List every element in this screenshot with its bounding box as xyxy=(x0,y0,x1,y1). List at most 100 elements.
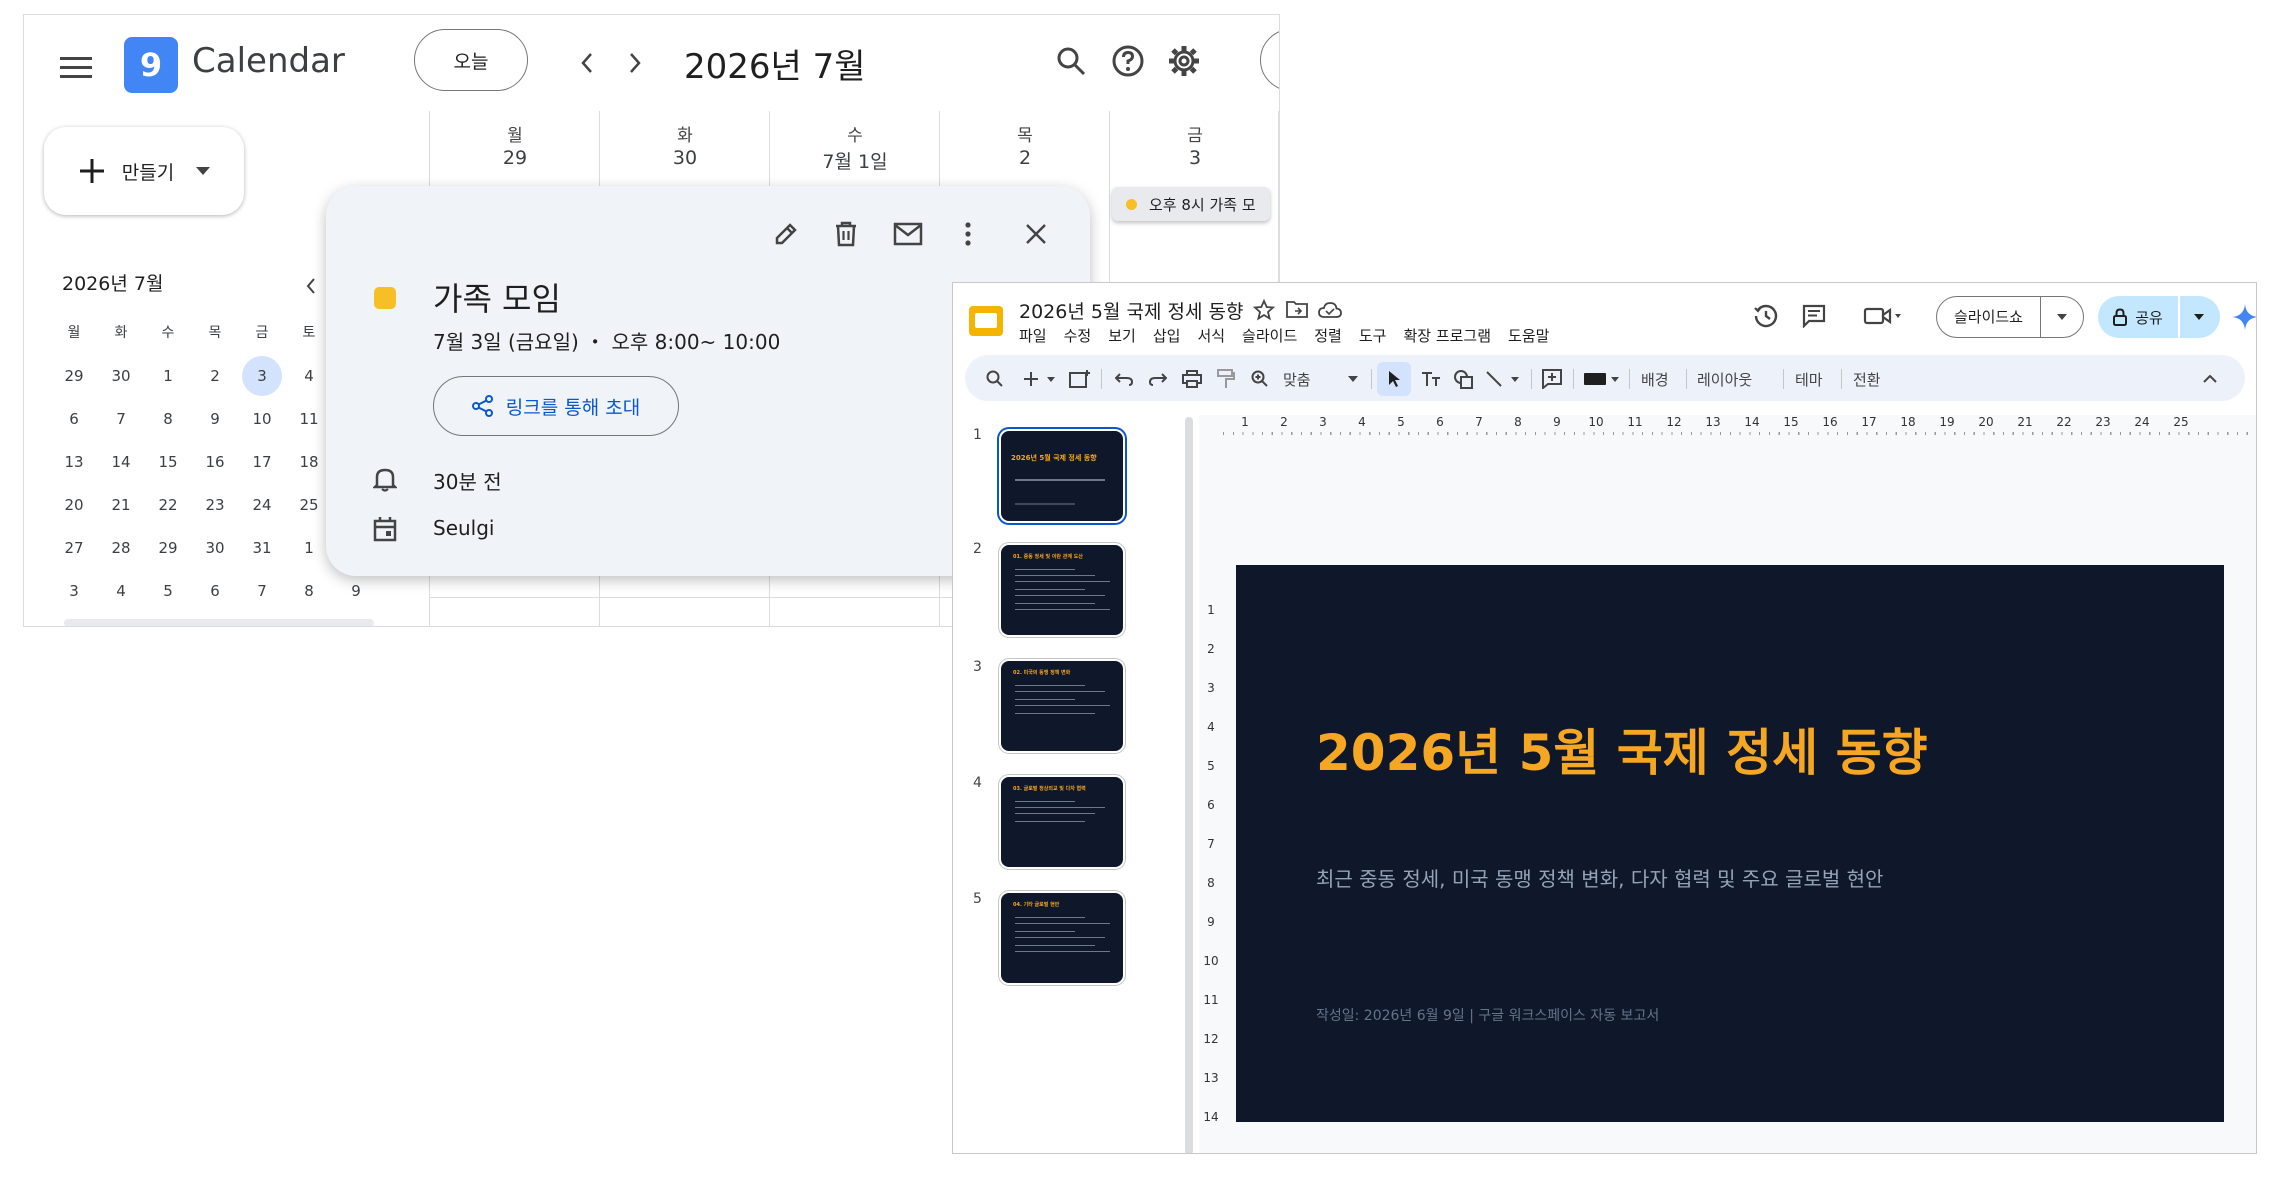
mini-day[interactable]: 9 xyxy=(195,399,235,439)
today-button[interactable]: 오늘 xyxy=(414,29,528,91)
mini-day[interactable]: 7 xyxy=(101,399,141,439)
mini-day[interactable]: 8 xyxy=(289,571,329,611)
delete-trash-icon[interactable] xyxy=(824,212,868,256)
slide-title[interactable]: 2026년 5월 국제 정세 동향 xyxy=(1316,713,1928,785)
mini-day[interactable]: 2 xyxy=(195,356,235,396)
mini-day[interactable]: 9 xyxy=(336,571,376,611)
next-week-icon[interactable] xyxy=(617,45,653,81)
comments-icon[interactable] xyxy=(1797,299,1831,333)
email-envelope-icon[interactable] xyxy=(886,212,930,256)
mini-day[interactable]: 1 xyxy=(289,528,329,568)
mini-day[interactable]: 6 xyxy=(195,571,235,611)
mini-day[interactable]: 29 xyxy=(148,528,188,568)
mini-day[interactable]: 29 xyxy=(54,356,94,396)
layout-button[interactable]: 레이아웃 xyxy=(1697,369,1752,390)
cloud-saved-icon[interactable] xyxy=(1318,301,1342,321)
mini-day[interactable]: 22 xyxy=(148,485,188,525)
menu-edit[interactable]: 수정 xyxy=(1064,327,1092,345)
star-icon[interactable] xyxy=(1253,299,1275,321)
transition-button[interactable]: 전환 xyxy=(1853,369,1881,390)
line-tool-icon[interactable] xyxy=(1483,359,1525,399)
insert-comment-icon[interactable] xyxy=(1539,359,1565,399)
search-icon[interactable] xyxy=(1049,39,1093,83)
slides-logo-icon[interactable] xyxy=(967,303,1005,339)
mini-day[interactable]: 1 xyxy=(148,356,188,396)
mini-day[interactable]: 28 xyxy=(101,528,141,568)
menu-file[interactable]: 파일 xyxy=(1019,327,1047,345)
mini-day[interactable]: 23 xyxy=(195,485,235,525)
mini-day[interactable]: 8 xyxy=(148,399,188,439)
mini-day[interactable]: 20 xyxy=(54,485,94,525)
vertical-ruler[interactable]: 1 2 3 4 5 6 7 8 9 10 11 12 13 14 xyxy=(1199,435,1221,1153)
new-slide-icon[interactable] xyxy=(1021,359,1061,399)
mini-day[interactable]: 15 xyxy=(148,442,188,482)
shape-icon[interactable] xyxy=(1449,359,1477,399)
invite-via-link-button[interactable]: 링크를 통해 초대 xyxy=(433,376,679,436)
event-chip[interactable]: 오후 8시 가족 모 xyxy=(1112,187,1270,221)
menu-tools[interactable]: 도구 xyxy=(1359,327,1387,345)
slide-thumbnail[interactable]: 03. 글로벌 정상외교 및 다자 협력 xyxy=(1001,777,1123,867)
theme-button[interactable]: 테마 xyxy=(1795,369,1823,390)
search-menus-icon[interactable] xyxy=(981,359,1009,399)
menu-format[interactable]: 서식 xyxy=(1197,327,1225,345)
mini-day[interactable]: 5 xyxy=(148,571,188,611)
doc-title[interactable]: 2026년 5월 국제 정세 동향 xyxy=(1019,297,1243,324)
view-switcher-button[interactable] xyxy=(1260,29,1279,91)
scrollbar[interactable] xyxy=(64,619,374,626)
redo-icon[interactable] xyxy=(1145,359,1171,399)
version-history-icon[interactable] xyxy=(1749,299,1783,333)
close-icon[interactable] xyxy=(1014,212,1058,256)
main-menu-icon[interactable] xyxy=(54,45,98,89)
mini-day[interactable]: 6 xyxy=(54,399,94,439)
mini-day[interactable]: 24 xyxy=(242,485,282,525)
undo-icon[interactable] xyxy=(1111,359,1137,399)
collapse-toolbar-icon[interactable] xyxy=(2197,359,2223,399)
text-box-icon[interactable] xyxy=(1417,359,1445,399)
zoom-icon[interactable] xyxy=(1247,359,1273,399)
slide-thumbnail[interactable]: 01. 중동 정세 및 이란 관계 도산 xyxy=(1001,545,1123,635)
menu-help[interactable]: 도움말 xyxy=(1508,327,1549,345)
print-icon[interactable] xyxy=(1179,359,1205,399)
slide-thumbnail[interactable]: 2026년 5월 국제 정세 동향 xyxy=(1001,431,1123,521)
create-button[interactable]: 만들기 xyxy=(44,127,244,215)
mini-day[interactable]: 4 xyxy=(101,571,141,611)
mini-day[interactable]: 27 xyxy=(54,528,94,568)
mini-day[interactable]: 25 xyxy=(289,485,329,525)
mini-day[interactable]: 14 xyxy=(101,442,141,482)
more-options-icon[interactable] xyxy=(946,212,990,256)
prev-week-icon[interactable] xyxy=(569,45,605,81)
mini-day[interactable]: 17 xyxy=(242,442,282,482)
zoom-select[interactable]: 맞춤 xyxy=(1283,369,1311,390)
slideshow-button[interactable]: 슬라이드쇼 xyxy=(1937,297,2041,337)
filmstrip-scrollbar[interactable] xyxy=(1185,417,1193,1153)
mini-day[interactable]: 16 xyxy=(195,442,235,482)
share-button[interactable]: 공유 xyxy=(2098,296,2180,338)
paint-format-icon[interactable] xyxy=(1213,359,1239,399)
gemini-sparkle-icon[interactable] xyxy=(2231,301,2256,333)
mini-day[interactable]: 21 xyxy=(101,485,141,525)
slideshow-dropdown-icon[interactable] xyxy=(2041,297,2083,337)
mini-day[interactable]: 13 xyxy=(54,442,94,482)
add-slide-layout-icon[interactable] xyxy=(1067,359,1093,399)
edit-pencil-icon[interactable] xyxy=(764,212,808,256)
slide-thumbnail[interactable]: 04. 기타 글로벌 현안 xyxy=(1001,893,1123,983)
mini-day-selected[interactable]: 3 xyxy=(242,356,282,396)
move-folder-icon[interactable] xyxy=(1286,300,1308,322)
horizontal-ruler[interactable]: 1 2 3 4 5 6 7 8 9 10 11 12 13 14 15 16 1… xyxy=(1223,413,2256,435)
slide-subtitle[interactable]: 최근 중동 정세, 미국 동맹 정책 변화, 다자 협력 및 주요 글로벌 현안 xyxy=(1316,863,1883,892)
mini-day[interactable]: 7 xyxy=(242,571,282,611)
mini-day[interactable]: 30 xyxy=(195,528,235,568)
share-dropdown-icon[interactable] xyxy=(2180,296,2218,338)
mini-day[interactable]: 31 xyxy=(242,528,282,568)
mini-prev-month-icon[interactable] xyxy=(296,271,326,301)
meet-camera-icon[interactable] xyxy=(1859,299,1907,333)
settings-gear-icon[interactable] xyxy=(1162,39,1206,83)
menu-insert[interactable]: 삽입 xyxy=(1153,327,1181,345)
background-color-icon[interactable] xyxy=(1581,359,1623,399)
mini-day[interactable]: 18 xyxy=(289,442,329,482)
select-cursor-icon[interactable] xyxy=(1377,362,1411,396)
background-button[interactable]: 배경 xyxy=(1641,369,1669,390)
menu-extensions[interactable]: 확장 프로그램 xyxy=(1403,327,1491,345)
zoom-dropdown-icon[interactable] xyxy=(1345,359,1361,399)
mini-day[interactable]: 3 xyxy=(54,571,94,611)
